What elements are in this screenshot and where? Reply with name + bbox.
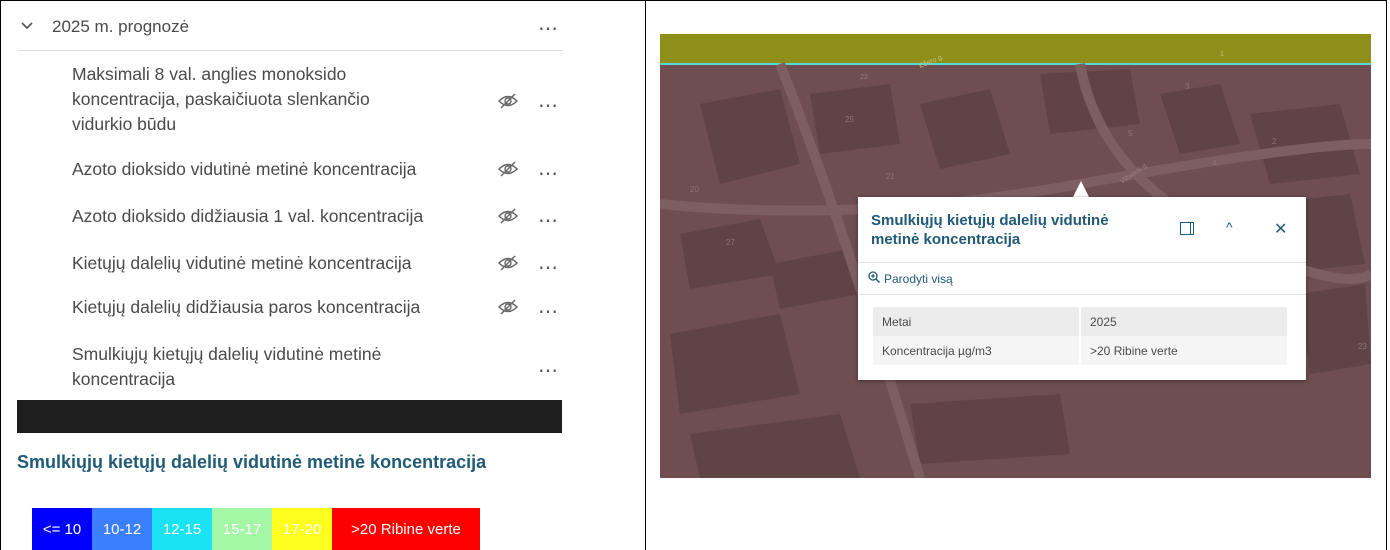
layer-label-line: Kietųjų dalelių didžiausia paros koncent… (72, 297, 421, 317)
collapse-caret-icon[interactable]: ^ (1226, 219, 1233, 235)
layer-label-line: Maksimali 8 val. anglies monoksido (72, 64, 347, 84)
building-number-label: 27 (726, 238, 735, 247)
zoom-to-label: Parodyti visą (884, 272, 953, 286)
layer-options-icon[interactable]: ⋯ (538, 164, 559, 184)
layer-label-line: Azoto dioksido vidutinė metinė koncentra… (72, 159, 417, 179)
layer-options-icon[interactable]: ⋯ (538, 211, 559, 231)
legend-color-scale: <= 10 10-12 12-15 15-17 17-20 >20 Ribine… (32, 508, 480, 550)
building-number-label: 3 (1185, 82, 1190, 91)
layer-label-line: Kietųjų dalelių vidutinė metinė koncentr… (72, 253, 412, 273)
building-number-label: 4 (1212, 159, 1217, 168)
table-row: Koncentracija µg/m3 >20 Ribine verte (873, 336, 1287, 365)
visibility-off-icon[interactable] (497, 254, 519, 272)
legend-class-2: 10-12 (92, 508, 152, 550)
layer-label-line: koncentracija (72, 369, 176, 389)
visibility-off-icon[interactable] (497, 160, 519, 178)
attribute-key: Metai (873, 307, 1081, 336)
layer-item-pm10-annual[interactable]: Kietųjų dalelių vidutinė metinė koncentr… (72, 251, 412, 276)
visibility-off-icon[interactable] (497, 298, 519, 316)
building-number-label: 25 (845, 115, 854, 124)
building-number-label: 21 (886, 172, 895, 181)
layer-label-line: koncentracija, paskaičiuota slenkančio (72, 89, 370, 109)
layer-options-icon[interactable]: ⋯ (538, 258, 559, 278)
popup-title: Smulkiųjų kietųjų dalelių vidutinė metin… (871, 212, 1109, 248)
visibility-off-icon[interactable] (497, 92, 519, 110)
building-number-label: 23 (860, 74, 868, 81)
popup-attribute-table: Metai 2025 Koncentracija µg/m3 >20 Ribin… (873, 307, 1287, 365)
legend-title: Smulkiųjų kietųjų dalelių vidutinė metin… (17, 452, 487, 472)
building-number-label: 1 (1220, 51, 1224, 58)
layer-label-line: Azoto dioksido didžiausia 1 val. koncent… (72, 206, 424, 226)
layer-options-icon[interactable]: ⋯ (538, 302, 559, 322)
layer-label-line: vidurkio būdu (72, 114, 177, 134)
layer-item-co-max-8h[interactable]: Maksimali 8 val. anglies monoksido konce… (72, 62, 370, 137)
building-number-label: 23 (1358, 342, 1367, 351)
legend-class-3: 12-15 (152, 508, 212, 550)
layer-item-pm10-daily[interactable]: Kietųjų dalelių didžiausia paros koncent… (72, 295, 420, 320)
legend-class-1: <= 10 (32, 508, 92, 550)
dock-icon[interactable] (1180, 222, 1194, 235)
attribute-value: 2025 (1080, 307, 1287, 336)
legend-class-5: 17-20 (272, 508, 332, 550)
layer-options-icon[interactable]: ⋯ (538, 361, 559, 381)
popup-divider (858, 262, 1306, 263)
zoom-to-button[interactable]: Parodyti visą (868, 271, 953, 286)
map-top-band (660, 34, 1371, 64)
layer-group-label: 2025 m. prognozė (52, 17, 190, 36)
legend-class-6: >20 Ribine verte (332, 508, 480, 550)
layer-item-pm25-annual[interactable]: Smulkiųjų kietųjų dalelių vidutinė metin… (72, 342, 381, 392)
building-number-label: 5 (1128, 129, 1133, 138)
group-options-icon[interactable]: ⋯ (538, 19, 559, 39)
attribute-value: >20 Ribine verte (1080, 336, 1287, 365)
building-number-label: 2 (1272, 137, 1277, 146)
close-icon[interactable]: ✕ (1274, 219, 1287, 239)
feature-popup: Smulkiųjų kietųjų dalelių vidutinė metin… (858, 197, 1306, 380)
attribute-key: Koncentracija µg/m3 (873, 336, 1081, 365)
layer-list-panel: 2025 m. prognozė ⋯ Maksimali 8 val. angl… (0, 0, 645, 550)
legend-header-bar (17, 400, 562, 433)
legend-class-4: 15-17 (212, 508, 272, 550)
layer-options-icon[interactable]: ⋯ (538, 96, 559, 116)
layer-label-line: Smulkiųjų kietųjų dalelių vidutinė metin… (72, 344, 382, 364)
table-row: Metai 2025 (873, 307, 1287, 336)
layer-item-no2-annual[interactable]: Azoto dioksido vidutinė metinė koncentra… (72, 157, 416, 182)
panel-divider (645, 0, 646, 550)
popup-divider (858, 294, 1306, 295)
layer-item-no2-max-1h[interactable]: Azoto dioksido didžiausia 1 val. koncent… (72, 204, 423, 229)
chevron-down-icon[interactable] (20, 18, 34, 32)
popup-pointer (1073, 181, 1089, 197)
layer-group-row[interactable]: 2025 m. prognozė ⋯ (18, 8, 563, 51)
building-number-label: 20 (690, 185, 699, 194)
zoom-in-icon (868, 271, 881, 284)
visibility-off-icon[interactable] (497, 207, 519, 225)
